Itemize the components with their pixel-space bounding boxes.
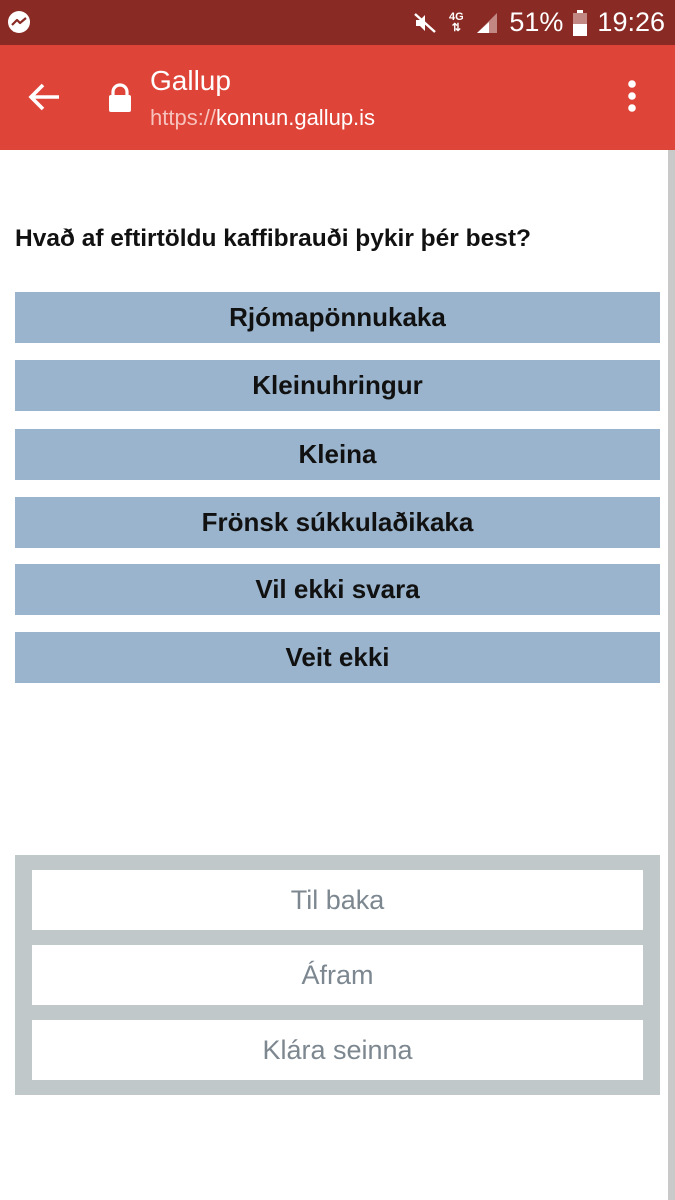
url-scheme: https:// [150,105,217,130]
page-title: Gallup [150,65,231,96]
survey-page: Hvað af eftirtöldu kaffibrauði þykir þér… [0,150,665,1200]
back-survey-button[interactable]: Til baka [32,870,643,930]
survey-question: Hvað af eftirtöldu kaffibrauði þykir þér… [15,225,531,252]
status-bar: 4G ⇅ 51% 19:26 [0,0,675,45]
option-kleina[interactable]: Kleina [15,429,660,480]
network-4g-icon: 4G ⇅ [449,10,464,34]
option-veit-ekki[interactable]: Veit ekki [15,632,660,683]
clock-time: 19:26 [597,7,665,37]
option-fronsk-sukkuladikaka[interactable]: Frönsk súkkulaðikaka [15,497,660,548]
overflow-menu-button[interactable] [612,75,652,121]
browser-toolbar: Gallup https://konnun.gallup.is [0,45,675,150]
network-type-label: 4G [449,10,464,23]
messenger-icon [6,10,32,36]
option-rjomaponnukaka[interactable]: Rjómapönnukaka [15,292,660,343]
battery-icon [573,9,588,36]
next-button[interactable]: Áfram [32,945,643,1005]
url-host: konnun.gallup.is [216,105,376,130]
back-button[interactable] [22,77,66,121]
scrollbar[interactable] [668,150,675,1200]
page-url[interactable]: https://konnun.gallup.is [150,105,375,131]
option-vil-ekki-svara[interactable]: Vil ekki svara [15,564,660,615]
battery-percent: 51% [509,7,564,37]
navigation-panel: Til baka Áfram Klára seinna [15,855,660,1095]
finish-later-button[interactable]: Klára seinna [32,1020,643,1080]
arrow-left-icon [27,82,61,117]
signal-icon [475,12,499,34]
lock-icon [106,83,134,113]
mute-icon [413,11,437,35]
option-kleinuhringur[interactable]: Kleinuhringur [15,360,660,411]
more-vert-icon [627,79,637,118]
